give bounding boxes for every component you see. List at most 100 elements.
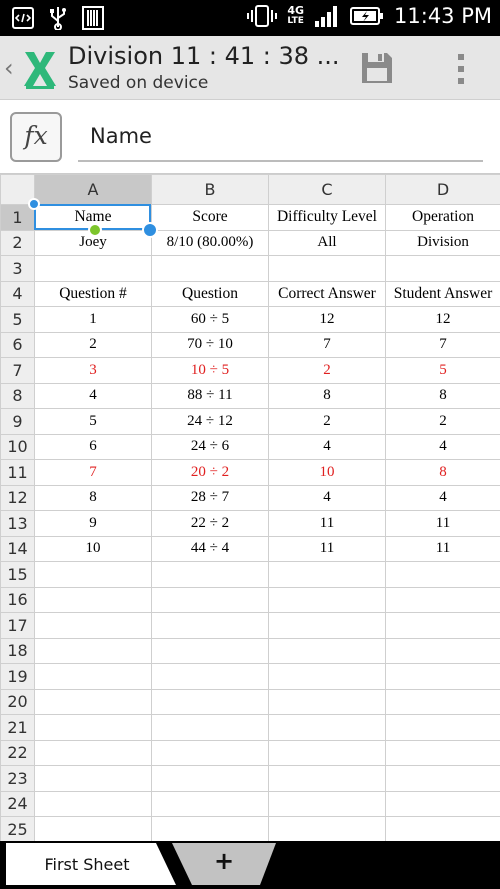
table-cell[interactable] [385, 255, 500, 282]
table-cell[interactable] [268, 739, 386, 766]
table-cell[interactable]: 4 [268, 484, 386, 511]
column-header[interactable]: D [385, 174, 500, 205]
table-cell[interactable]: 11 [385, 535, 500, 562]
table-cell[interactable] [151, 586, 269, 613]
row-header[interactable]: 17 [0, 612, 35, 639]
row-header[interactable]: 22 [0, 739, 35, 766]
row-header[interactable]: 8 [0, 382, 35, 409]
table-cell[interactable] [151, 612, 269, 639]
table-cell[interactable] [385, 816, 500, 841]
column-resize-handle[interactable] [88, 223, 102, 237]
column-header[interactable]: A [34, 174, 152, 205]
table-cell[interactable] [268, 688, 386, 715]
table-cell[interactable] [268, 765, 386, 792]
table-cell[interactable]: 60 ÷ 5 [151, 306, 269, 333]
table-cell[interactable] [151, 816, 269, 841]
table-cell[interactable] [268, 637, 386, 664]
table-cell[interactable] [34, 561, 152, 588]
row-header[interactable]: 3 [0, 255, 35, 282]
table-cell[interactable]: 12 [268, 306, 386, 333]
row-header[interactable]: 21 [0, 714, 35, 741]
table-cell[interactable]: 88 ÷ 11 [151, 382, 269, 409]
table-cell[interactable]: 7 [34, 459, 152, 486]
table-cell[interactable] [385, 688, 500, 715]
table-cell[interactable]: 22 ÷ 2 [151, 510, 269, 537]
table-cell[interactable]: 7 [385, 331, 500, 358]
table-cell[interactable] [34, 714, 152, 741]
table-cell[interactable] [385, 790, 500, 817]
spreadsheet-grid[interactable]: A B C D 1 Name Score Difficulty Level Operat… [0, 174, 500, 841]
table-cell[interactable] [268, 586, 386, 613]
table-cell[interactable]: 7 [268, 331, 386, 358]
table-cell[interactable] [34, 612, 152, 639]
row-header[interactable]: 9 [0, 408, 35, 435]
table-cell[interactable]: 2 [385, 408, 500, 435]
table-cell[interactable] [385, 612, 500, 639]
overflow-menu-icon[interactable] [452, 52, 470, 86]
table-cell[interactable]: 10 [268, 459, 386, 486]
row-header[interactable]: 2 [0, 229, 35, 256]
row-header[interactable]: 14 [0, 535, 35, 562]
table-cell[interactable] [34, 586, 152, 613]
row-header[interactable]: 5 [0, 306, 35, 333]
table-cell[interactable]: Question [151, 280, 269, 307]
table-cell[interactable] [268, 255, 386, 282]
table-cell[interactable] [385, 765, 500, 792]
table-cell[interactable]: 3 [34, 357, 152, 384]
table-cell[interactable] [34, 739, 152, 766]
table-cell[interactable] [151, 637, 269, 664]
row-header[interactable]: 7 [0, 357, 35, 384]
table-cell[interactable]: 11 [268, 535, 386, 562]
table-cell[interactable] [385, 637, 500, 664]
table-cell[interactable] [385, 586, 500, 613]
table-cell[interactable]: 4 [385, 433, 500, 460]
table-cell[interactable]: 28 ÷ 7 [151, 484, 269, 511]
table-cell[interactable] [34, 816, 152, 841]
table-cell[interactable]: All [268, 229, 386, 256]
table-cell[interactable] [268, 714, 386, 741]
app-logo-icon[interactable] [22, 48, 58, 90]
table-cell[interactable]: 70 ÷ 10 [151, 331, 269, 358]
table-cell[interactable] [385, 663, 500, 690]
row-header[interactable]: 12 [0, 484, 35, 511]
table-cell[interactable]: 8 [268, 382, 386, 409]
table-cell[interactable] [34, 765, 152, 792]
table-cell[interactable] [34, 637, 152, 664]
table-cell[interactable]: 24 ÷ 12 [151, 408, 269, 435]
table-cell[interactable] [385, 739, 500, 766]
table-cell[interactable]: 4 [385, 484, 500, 511]
table-cell[interactable] [268, 663, 386, 690]
table-cell[interactable] [268, 790, 386, 817]
table-cell[interactable]: 6 [34, 433, 152, 460]
table-cell[interactable]: 5 [34, 408, 152, 435]
back-chevron-icon[interactable]: ‹ [4, 54, 14, 82]
row-header[interactable]: 19 [0, 663, 35, 690]
table-cell[interactable] [268, 612, 386, 639]
table-cell[interactable]: 8 [385, 382, 500, 409]
row-header[interactable]: 24 [0, 790, 35, 817]
table-cell[interactable]: 2 [268, 408, 386, 435]
table-cell[interactable]: 11 [385, 510, 500, 537]
table-cell[interactable] [34, 663, 152, 690]
table-cell[interactable]: 8/10 (80.00%) [151, 229, 269, 256]
table-cell[interactable]: Student Answer [385, 280, 500, 307]
table-cell[interactable]: Correct Answer [268, 280, 386, 307]
selection-handle-top-left[interactable] [28, 198, 40, 210]
table-cell[interactable] [151, 255, 269, 282]
row-header[interactable]: 25 [0, 816, 35, 841]
table-cell[interactable]: 1 [34, 306, 152, 333]
table-cell[interactable] [34, 688, 152, 715]
table-cell[interactable]: 11 [268, 510, 386, 537]
row-header[interactable]: 11 [0, 459, 35, 486]
table-cell[interactable]: 5 [385, 357, 500, 384]
table-cell[interactable] [151, 790, 269, 817]
table-cell[interactable] [151, 739, 269, 766]
row-header[interactable]: 10 [0, 433, 35, 460]
row-header[interactable]: 4 [0, 280, 35, 307]
table-cell[interactable]: 44 ÷ 4 [151, 535, 269, 562]
table-cell[interactable]: 12 [385, 306, 500, 333]
row-header[interactable]: 20 [0, 688, 35, 715]
table-cell[interactable]: 8 [34, 484, 152, 511]
function-button[interactable]: fx [10, 112, 62, 162]
table-cell[interactable]: 9 [34, 510, 152, 537]
